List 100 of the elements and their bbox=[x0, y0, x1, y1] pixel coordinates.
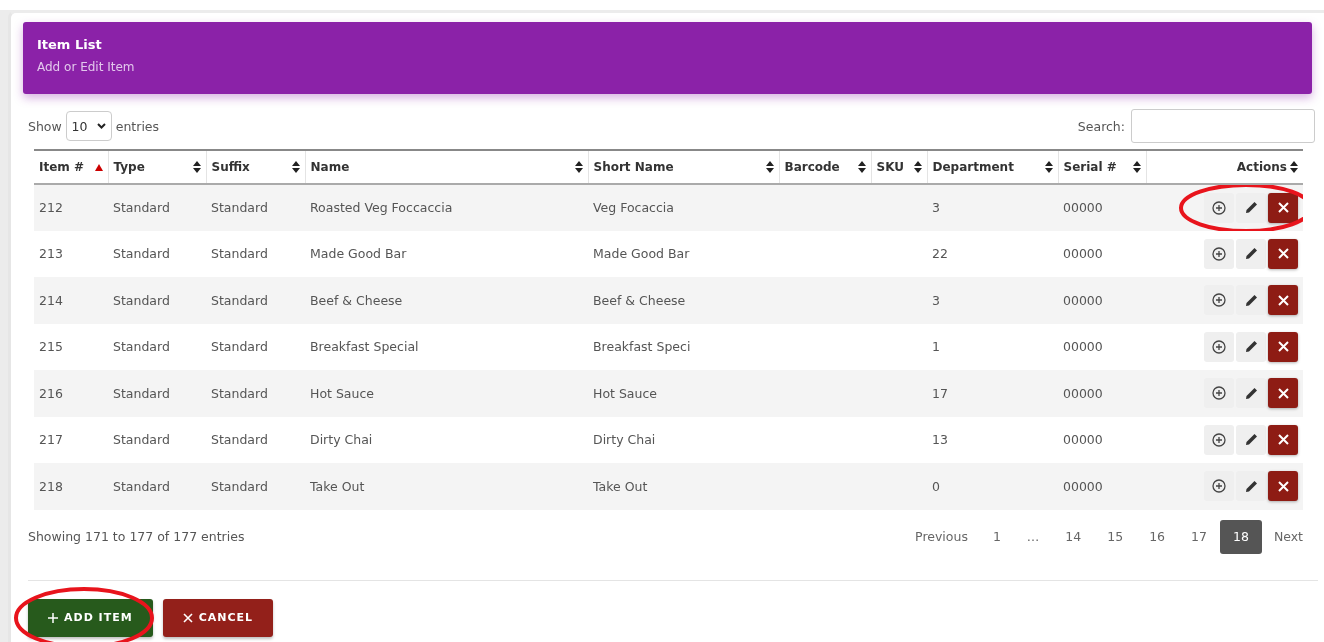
page-link[interactable]: Next bbox=[1261, 519, 1315, 554]
add-button[interactable] bbox=[1204, 238, 1234, 269]
table-cell: Made Good Bar bbox=[305, 230, 588, 277]
table-cell: Beef & Cheese bbox=[305, 277, 588, 324]
table-cell: Hot Sauce bbox=[305, 370, 588, 417]
table-cell: 213 bbox=[34, 230, 108, 277]
table-cell: Made Good Bar bbox=[588, 230, 779, 277]
pencil-icon bbox=[1244, 433, 1258, 447]
table-cell: 1 bbox=[927, 323, 1058, 370]
delete-button[interactable] bbox=[1268, 424, 1298, 455]
plus-circle-icon bbox=[1212, 246, 1226, 261]
delete-button[interactable] bbox=[1268, 471, 1298, 502]
delete-button[interactable] bbox=[1268, 378, 1298, 409]
chevron-down-icon bbox=[96, 123, 106, 129]
table-cell: 00000 bbox=[1058, 184, 1146, 231]
delete-button[interactable] bbox=[1268, 331, 1298, 362]
table-cell: Take Out bbox=[588, 463, 779, 510]
table-cell: 22 bbox=[927, 230, 1058, 277]
close-icon bbox=[182, 612, 193, 623]
table-cell: Take Out bbox=[305, 463, 588, 510]
edit-button[interactable] bbox=[1236, 192, 1266, 223]
pencil-icon bbox=[1244, 293, 1258, 307]
table-cell: Standard bbox=[206, 323, 305, 370]
table-cell: Standard bbox=[108, 463, 206, 510]
delete-button[interactable] bbox=[1268, 285, 1298, 316]
close-icon bbox=[1277, 387, 1289, 399]
delete-button[interactable] bbox=[1268, 238, 1298, 269]
page-link[interactable]: 1 bbox=[979, 519, 1014, 554]
table-cell: 212 bbox=[34, 184, 108, 231]
column-header[interactable]: Department bbox=[927, 150, 1058, 184]
show-label: Show bbox=[28, 118, 62, 134]
table-cell: Standard bbox=[108, 370, 206, 417]
add-button[interactable] bbox=[1204, 331, 1234, 362]
table-cell: 00000 bbox=[1058, 277, 1146, 324]
table-cell: 00000 bbox=[1058, 463, 1146, 510]
table-cell: Standard bbox=[108, 230, 206, 277]
pencil-icon bbox=[1244, 247, 1258, 261]
edit-button[interactable] bbox=[1236, 471, 1266, 502]
page-link[interactable]: Previous bbox=[903, 519, 980, 554]
add-button[interactable] bbox=[1204, 192, 1234, 223]
add-button[interactable] bbox=[1204, 378, 1234, 409]
table-cell: Standard bbox=[108, 184, 206, 231]
page-link[interactable]: 14 bbox=[1052, 519, 1095, 554]
page-link[interactable]: … bbox=[1013, 519, 1053, 554]
table-cell: Standard bbox=[206, 370, 305, 417]
table-cell: Beef & Cheese bbox=[588, 277, 779, 324]
plus-circle-icon bbox=[1212, 432, 1226, 447]
table-cell: 00000 bbox=[1058, 323, 1146, 370]
add-item-button[interactable]: ADD ITEM bbox=[28, 598, 153, 637]
table-cell: Veg Focaccia bbox=[588, 184, 779, 231]
edit-button[interactable] bbox=[1236, 378, 1266, 409]
table-cell: 00000 bbox=[1058, 416, 1146, 463]
plus-icon bbox=[48, 612, 58, 623]
pencil-icon bbox=[1244, 201, 1258, 215]
search-field[interactable] bbox=[1131, 109, 1315, 143]
close-icon bbox=[1277, 294, 1289, 306]
card-title: Item List bbox=[37, 37, 103, 52]
page-link[interactable]: 18 bbox=[1219, 519, 1262, 554]
table-cell: 216 bbox=[34, 370, 108, 417]
close-icon bbox=[1277, 248, 1289, 260]
table-cell: Standard bbox=[206, 416, 305, 463]
table-cell: Standard bbox=[206, 277, 305, 324]
add-button[interactable] bbox=[1204, 424, 1234, 455]
plus-circle-icon bbox=[1212, 339, 1226, 354]
table-cell: Dirty Chai bbox=[305, 416, 588, 463]
column-header[interactable]: Name bbox=[305, 150, 588, 184]
pencil-icon bbox=[1244, 479, 1258, 493]
page-link[interactable]: 17 bbox=[1178, 519, 1220, 554]
add-button[interactable] bbox=[1204, 471, 1234, 502]
edit-button[interactable] bbox=[1236, 238, 1266, 269]
table-cell: 00000 bbox=[1058, 370, 1146, 417]
edit-button[interactable] bbox=[1236, 424, 1266, 455]
delete-button[interactable] bbox=[1268, 192, 1298, 223]
plus-circle-icon bbox=[1212, 479, 1226, 494]
table-cell: 0 bbox=[927, 463, 1058, 510]
entries-label: entries bbox=[115, 118, 160, 134]
plus-circle-icon bbox=[1212, 293, 1226, 308]
table-cell: Standard bbox=[206, 184, 305, 231]
page-link[interactable]: 15 bbox=[1094, 519, 1137, 554]
page-link[interactable]: 16 bbox=[1136, 519, 1179, 554]
cancel-button[interactable]: CANCEL bbox=[162, 598, 274, 637]
close-icon bbox=[1277, 202, 1289, 214]
close-icon bbox=[1277, 341, 1289, 353]
table-cell: Breakfast Special bbox=[305, 323, 588, 370]
table-cell: 215 bbox=[34, 323, 108, 370]
table-cell: 218 bbox=[34, 463, 108, 510]
entries-select[interactable]: 10 bbox=[65, 111, 112, 141]
table-cell: Roasted Veg Foccaccia bbox=[305, 184, 588, 231]
column-header[interactable]: Short Name bbox=[588, 150, 779, 184]
add-button[interactable] bbox=[1204, 285, 1234, 316]
edit-button[interactable] bbox=[1236, 285, 1266, 316]
table-cell: 3 bbox=[927, 184, 1058, 231]
column-header[interactable]: Actions bbox=[1146, 150, 1303, 184]
plus-circle-icon bbox=[1212, 200, 1226, 215]
table-cell: 217 bbox=[34, 416, 108, 463]
table-cell: 17 bbox=[927, 370, 1058, 417]
plus-circle-icon bbox=[1212, 386, 1226, 401]
table-cell: Breakfast Speci bbox=[588, 323, 779, 370]
pencil-icon bbox=[1244, 340, 1258, 354]
edit-button[interactable] bbox=[1236, 331, 1266, 362]
